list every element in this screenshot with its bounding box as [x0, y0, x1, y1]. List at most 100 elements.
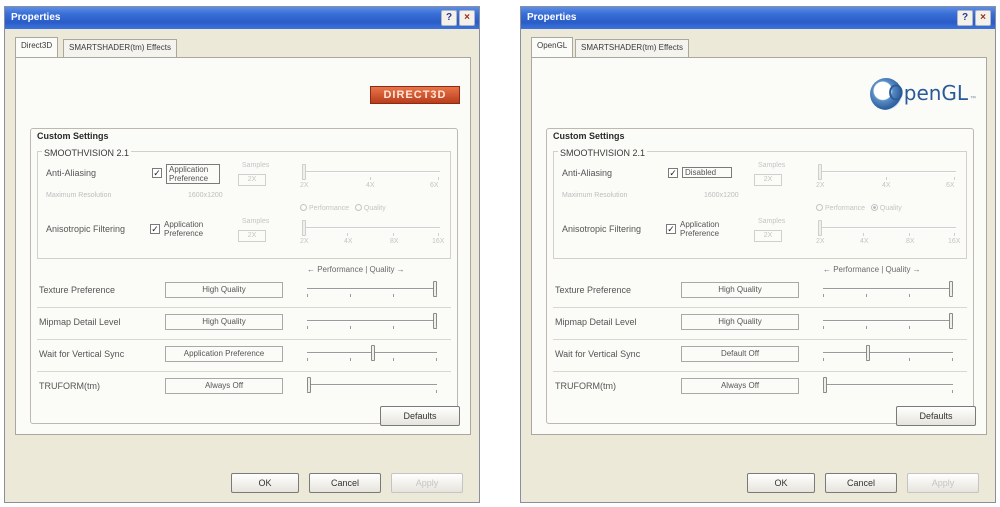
- custom-settings-title: Custom Settings: [553, 131, 625, 141]
- apply-button[interactable]: Apply: [391, 473, 463, 493]
- quality-radio[interactable]: [870, 204, 878, 211]
- aa-samples-combo[interactable]: 2X: [238, 174, 266, 186]
- title-bar[interactable]: Properties: [521, 7, 995, 29]
- anisotropic-checkbox[interactable]: ✓: [150, 224, 160, 234]
- cancel-button[interactable]: Cancel: [309, 473, 381, 493]
- opengl-logo-trademark: ™: [970, 96, 976, 102]
- aa-mode-radios: Performance Quality: [300, 204, 386, 212]
- defaults-button[interactable]: Defaults: [380, 406, 460, 426]
- divider: [553, 307, 967, 308]
- aa-scale-label: 4X: [366, 182, 375, 189]
- defaults-button[interactable]: Defaults: [896, 406, 976, 426]
- smoothvision-title: SMOOTHVISION 2.1: [42, 148, 132, 158]
- vertical-sync-label: Wait for Vertical Sync: [555, 349, 641, 359]
- properties-window-direct3d: Properties ? × Direct3D SMARTSHADER(tm) …: [4, 6, 480, 503]
- apply-button[interactable]: Apply: [907, 473, 979, 493]
- cancel-button[interactable]: Cancel: [825, 473, 897, 493]
- aniso-scale-label: 8X: [390, 238, 399, 245]
- max-resolution-value: 1600x1200: [704, 192, 739, 199]
- anti-aliasing-checkbox[interactable]: ✓: [152, 168, 162, 178]
- aa-samples-combo[interactable]: 2X: [754, 174, 782, 186]
- vertical-sync-slider[interactable]: [307, 345, 437, 361]
- tab-smartshader-effects[interactable]: SMARTSHADER(tm) Effects: [63, 39, 177, 57]
- window-title: Properties: [11, 12, 61, 23]
- aa-scale-label: 2X: [300, 182, 309, 189]
- aniso-samples-combo[interactable]: 2X: [754, 230, 782, 242]
- title-bar[interactable]: Properties: [5, 7, 479, 29]
- aa-scale-label: 6X: [430, 182, 439, 189]
- aniso-scale-label: 2X: [816, 238, 825, 245]
- tab-direct3d[interactable]: Direct3D: [15, 37, 59, 57]
- anti-aliasing-option[interactable]: Application Preference: [166, 164, 220, 184]
- vertical-sync-value: Application Preference: [165, 346, 283, 362]
- anti-aliasing-slider[interactable]: [302, 164, 440, 180]
- anisotropic-slider[interactable]: [302, 220, 440, 236]
- aniso-scale-label: 2X: [300, 238, 309, 245]
- custom-settings-group: Custom Settings SMOOTHVISION 2.1 Anti-Al…: [546, 128, 974, 424]
- ok-button[interactable]: OK: [747, 473, 815, 493]
- anisotropic-checkbox[interactable]: ✓: [666, 224, 676, 234]
- vertical-sync-slider[interactable]: [823, 345, 953, 361]
- opengl-logo-text: OpenGL: [888, 81, 969, 105]
- divider: [37, 371, 451, 372]
- max-resolution-label: Maximum Resolution: [562, 192, 628, 199]
- mipmap-detail-label: Mipmap Detail Level: [555, 317, 637, 327]
- mipmap-detail-label: Mipmap Detail Level: [39, 317, 121, 327]
- aa-scale-label: 4X: [882, 182, 891, 189]
- mipmap-detail-value: High Quality: [165, 314, 283, 330]
- quality-radio[interactable]: [354, 204, 362, 211]
- aniso-samples-label: Samples: [758, 218, 786, 225]
- anisotropic-slider[interactable]: [818, 220, 956, 236]
- custom-settings-title: Custom Settings: [37, 131, 109, 141]
- close-button[interactable]: ×: [975, 10, 991, 26]
- max-resolution-value: 1600x1200: [188, 192, 223, 199]
- close-button[interactable]: ×: [459, 10, 475, 26]
- vertical-sync-label: Wait for Vertical Sync: [39, 349, 125, 359]
- tab-panel: OpenGL ™ Custom Settings SMOOTHVISION 2.…: [531, 57, 987, 435]
- max-resolution-label: Maximum Resolution: [46, 192, 112, 199]
- divider: [37, 307, 451, 308]
- aniso-samples-combo[interactable]: 2X: [238, 230, 266, 242]
- texture-preference-slider[interactable]: [823, 281, 953, 297]
- aniso-scale-label: 16X: [948, 238, 961, 245]
- anisotropic-option[interactable]: Application Preference: [680, 220, 736, 238]
- texture-preference-label: Texture Preference: [555, 285, 632, 295]
- aa-scale-label: 2X: [816, 182, 825, 189]
- help-button[interactable]: ?: [957, 10, 973, 26]
- texture-preference-slider[interactable]: [307, 281, 437, 297]
- truform-slider[interactable]: [823, 377, 953, 393]
- tab-panel: DIRECT3D Custom Settings SMOOTHVISION 2.…: [15, 57, 471, 435]
- mipmap-detail-slider[interactable]: [823, 313, 953, 329]
- mipmap-detail-slider[interactable]: [307, 313, 437, 329]
- anti-aliasing-option[interactable]: Disabled: [682, 167, 732, 178]
- texture-preference-value: High Quality: [681, 282, 799, 298]
- smoothvision-group: SMOOTHVISION 2.1 Anti-Aliasing ✓ Applica…: [37, 148, 451, 259]
- performance-radio[interactable]: [816, 204, 823, 211]
- performance-radio[interactable]: [300, 204, 307, 211]
- truform-value: Always Off: [165, 378, 283, 394]
- aniso-scale-label: 4X: [860, 238, 869, 245]
- smoothvision-title: SMOOTHVISION 2.1: [558, 148, 648, 158]
- aa-mode-radios: Performance Quality: [816, 204, 902, 212]
- anisotropic-option[interactable]: Application Preference: [164, 220, 220, 238]
- aa-samples-label: Samples: [758, 162, 786, 169]
- tab-smartshader-effects[interactable]: SMARTSHADER(tm) Effects: [575, 39, 689, 57]
- truform-slider[interactable]: [307, 377, 437, 393]
- tab-opengl[interactable]: OpenGL: [531, 37, 574, 57]
- help-button[interactable]: ?: [441, 10, 457, 26]
- performance-quality-legend: ← Performance | Quality →: [823, 265, 921, 274]
- divider: [37, 339, 451, 340]
- aa-scale-label: 6X: [946, 182, 955, 189]
- anti-aliasing-checkbox[interactable]: ✓: [668, 168, 678, 178]
- quality-radio-label: Quality: [879, 205, 902, 212]
- ok-button[interactable]: OK: [231, 473, 299, 493]
- anti-aliasing-label: Anti-Aliasing: [562, 168, 613, 178]
- anisotropic-filtering-label: Anisotropic Filtering: [46, 224, 126, 234]
- properties-window-opengl: Properties ? × OpenGL SMARTSHADER(tm) Ef…: [520, 6, 996, 503]
- direct3d-logo: DIRECT3D: [370, 86, 460, 104]
- divider: [553, 339, 967, 340]
- anti-aliasing-slider[interactable]: [818, 164, 956, 180]
- performance-radio-label: Performance: [309, 205, 350, 212]
- performance-radio-label: Performance: [825, 205, 866, 212]
- aniso-scale-label: 16X: [432, 238, 445, 245]
